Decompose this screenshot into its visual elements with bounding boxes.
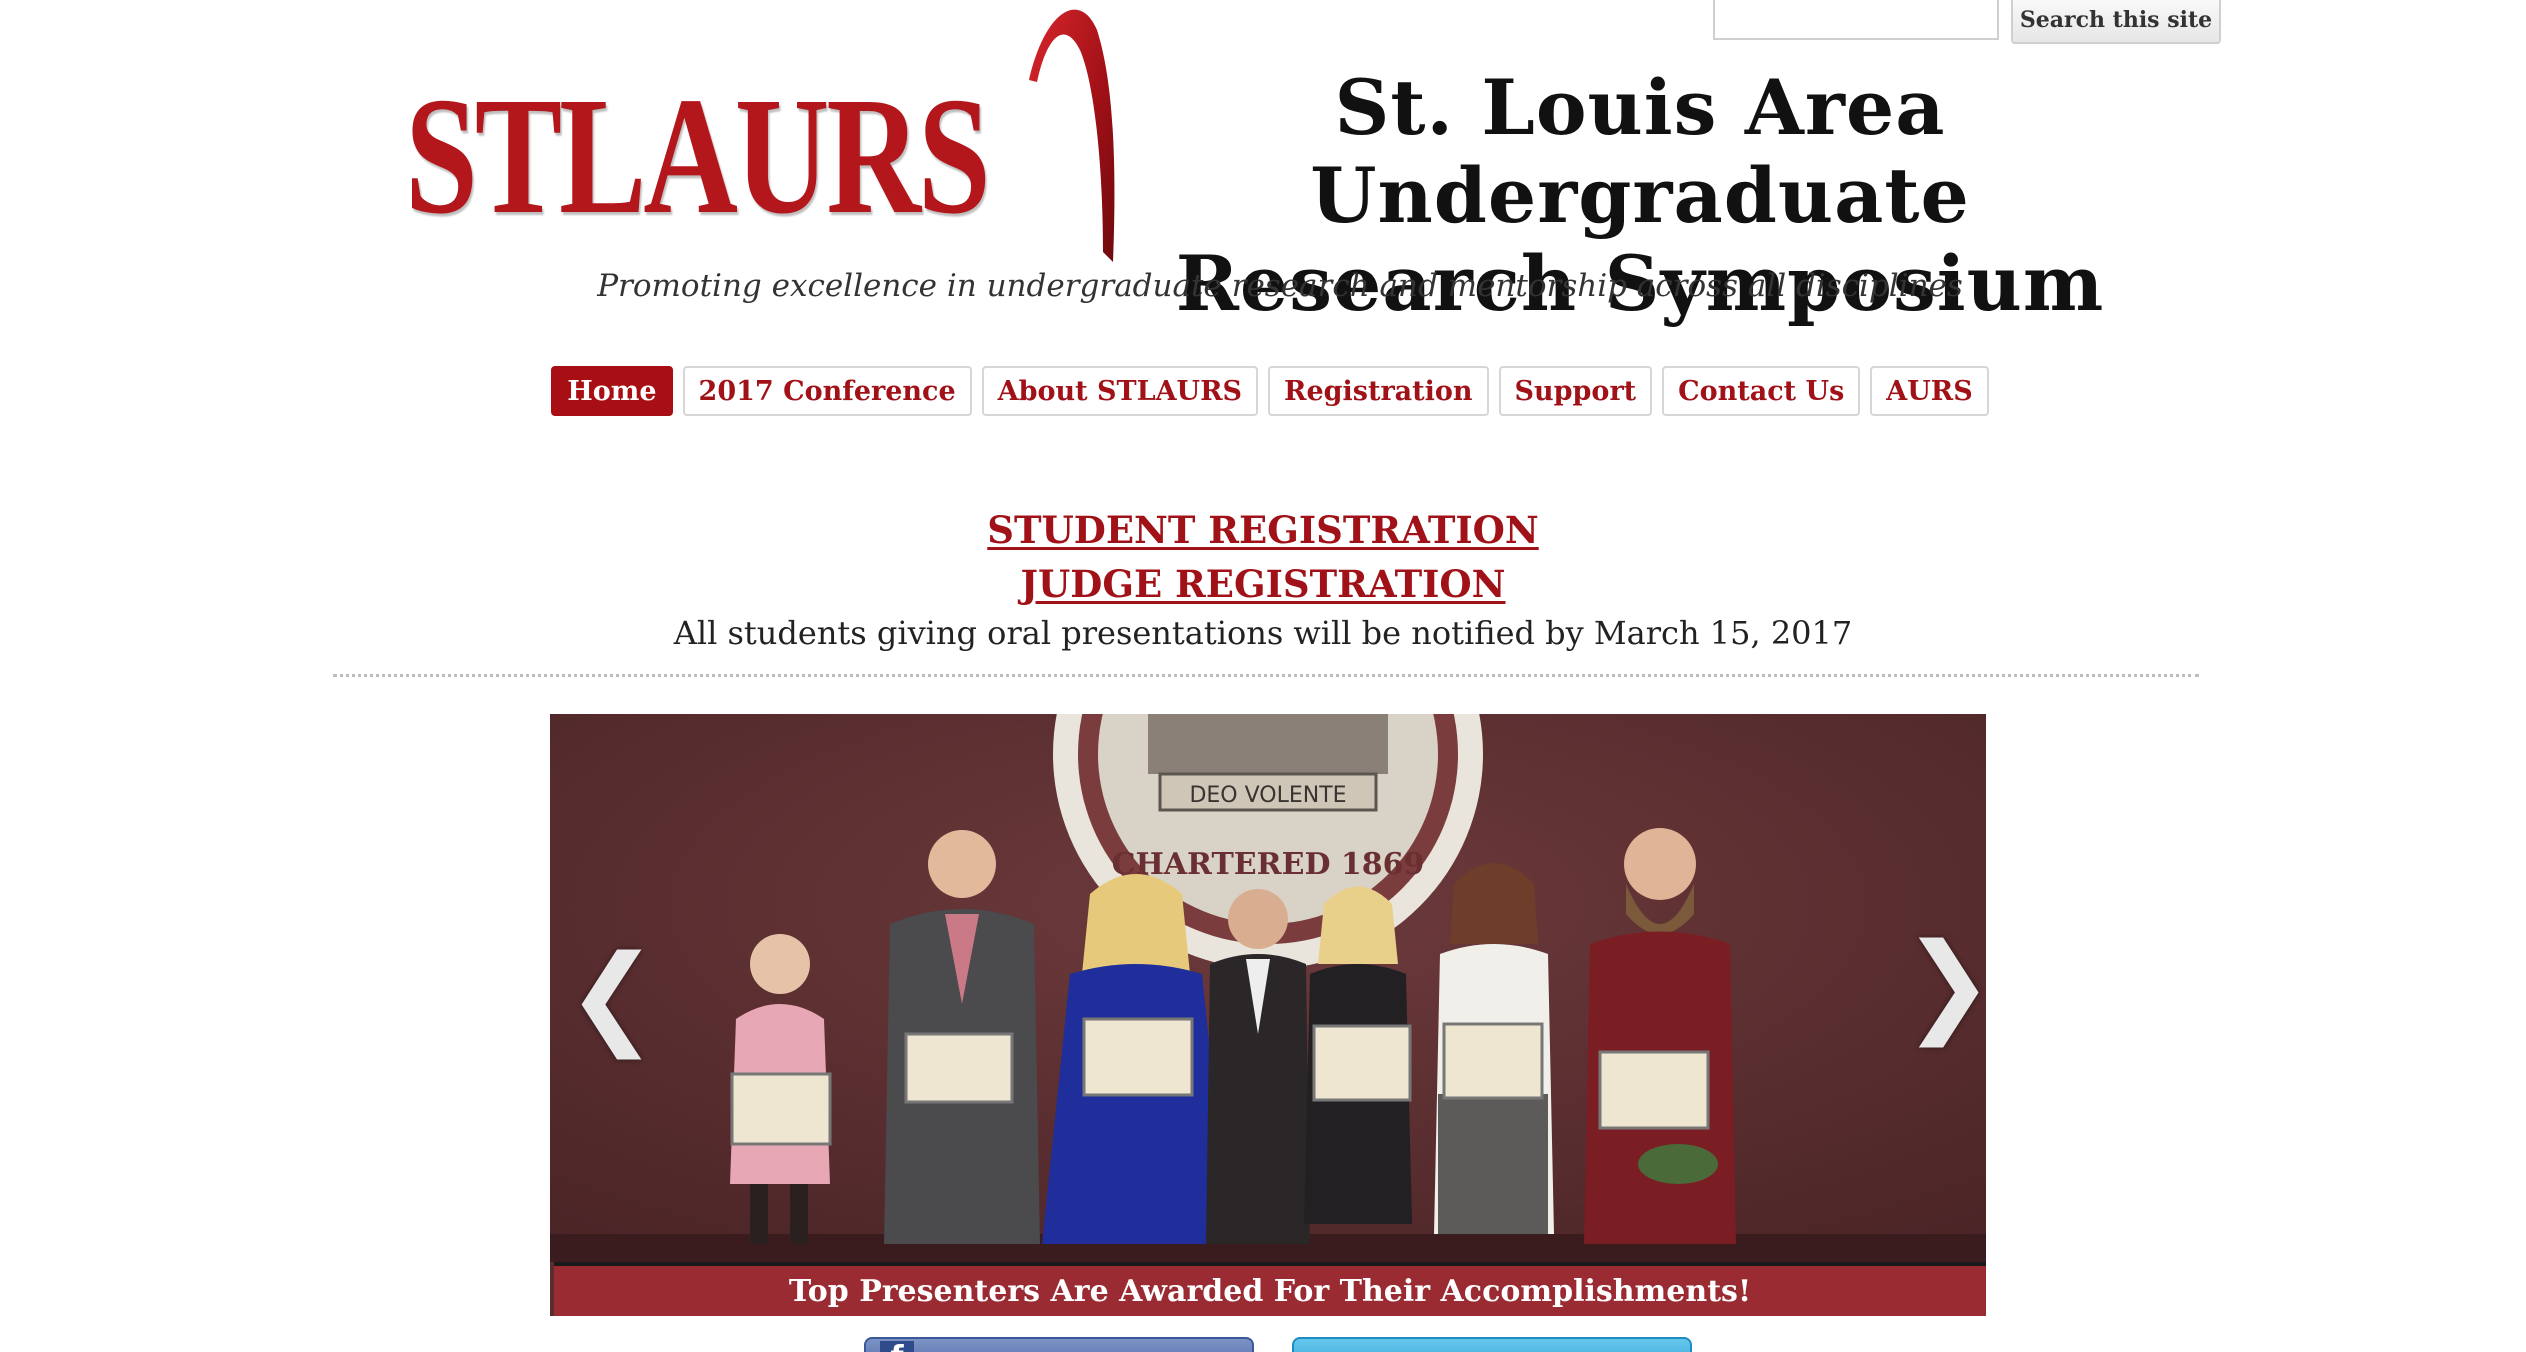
main-nav: Home 2017 Conference About STLAURS Regis… xyxy=(0,366,2526,416)
facebook-icon: f xyxy=(880,1341,914,1352)
nav-item-about-stlaurs[interactable]: About STLAURS xyxy=(981,366,1259,416)
divider xyxy=(333,674,2199,677)
facebook-button[interactable]: f xyxy=(864,1337,1254,1352)
search-button[interactable]: Search this site xyxy=(2011,0,2221,44)
nav-item-contact-us[interactable]: Contact Us xyxy=(1662,366,1861,416)
judge-registration-link[interactable]: JUDGE REGISTRATION xyxy=(0,562,2526,606)
slider-next-button[interactable]: ❯ xyxy=(1902,928,1986,1038)
nav-item-2017-conference[interactable]: 2017 Conference xyxy=(682,366,972,416)
image-slider: DEO VOLENTE CHARTERED 1869 ❮ ❯ Top Prese… xyxy=(550,714,1986,1316)
page: Search this site STLAURS St. Louis Area … xyxy=(0,0,2526,1352)
slider-prev-button[interactable]: ❮ xyxy=(566,940,658,1050)
tagline: Promoting excellence in undergraduate re… xyxy=(597,268,1963,304)
seal-motto: DEO VOLENTE xyxy=(1189,783,1346,808)
search-input[interactable] xyxy=(1713,0,1999,40)
slide-photo: DEO VOLENTE CHARTERED 1869 xyxy=(550,714,1986,1262)
nav-item-support[interactable]: Support xyxy=(1498,366,1653,416)
site-logo[interactable]: STLAURS xyxy=(405,0,1115,270)
seal-ring-text: CHARTERED 1869 xyxy=(1112,847,1425,882)
nav-item-registration[interactable]: Registration xyxy=(1268,366,1489,416)
nav-item-home[interactable]: Home xyxy=(551,366,673,416)
slide-caption: Top Presenters Are Awarded For Their Acc… xyxy=(554,1262,1986,1316)
oral-presentation-notice: All students giving oral presentations w… xyxy=(673,614,1853,652)
twitter-button[interactable] xyxy=(1292,1337,1692,1352)
student-registration-link[interactable]: STUDENT REGISTRATION xyxy=(0,508,2526,552)
site-title-line1: St. Louis Area Undergraduate xyxy=(1310,63,1970,240)
logo-wordmark: STLAURS xyxy=(405,63,991,249)
nav-item-aurs[interactable]: AURS xyxy=(1870,366,1989,416)
